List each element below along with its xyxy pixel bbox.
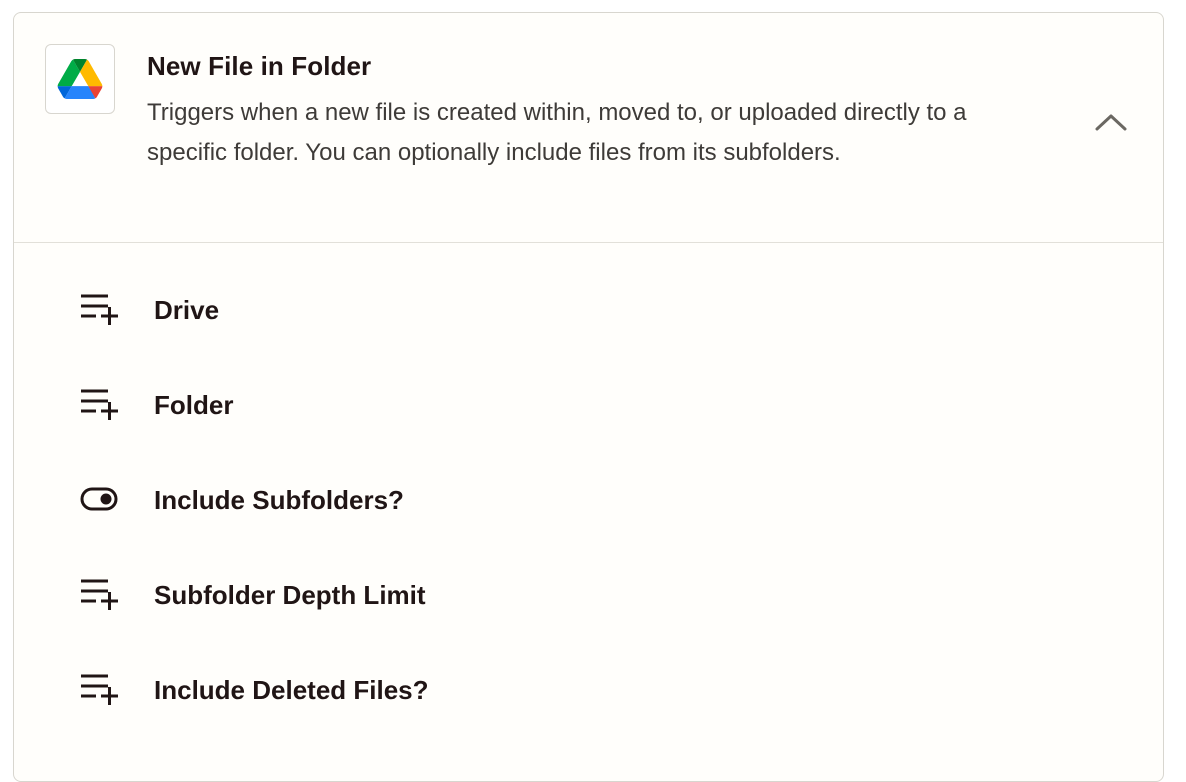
google-drive-icon — [57, 59, 103, 99]
trigger-description: Triggers when a new file is created with… — [147, 99, 967, 166]
trigger-card: New File in Folder Triggers when a new f… — [13, 12, 1164, 782]
dropdown-field-icon — [80, 575, 120, 615]
field-label: Subfolder Depth Limit — [154, 579, 426, 610]
dropdown-field-icon — [80, 385, 120, 425]
field-row-include-deleted-files[interactable]: Include Deleted Files? — [80, 670, 429, 710]
dropdown-field-icon — [80, 670, 120, 710]
dropdown-field-icon — [80, 290, 120, 330]
toggle-icon — [80, 480, 120, 520]
field-row-folder[interactable]: Folder — [80, 385, 233, 425]
field-label: Include Subfolders? — [154, 484, 404, 515]
trigger-title: New File in Folder — [147, 51, 372, 81]
field-label: Drive — [154, 294, 220, 325]
field-label: Folder — [154, 389, 234, 420]
trigger-header[interactable]: New File in Folder Triggers when a new f… — [14, 13, 1163, 243]
field-row-subfolder-depth-limit[interactable]: Subfolder Depth Limit — [80, 575, 426, 615]
field-row-include-subfolders[interactable]: Include Subfolders? — [80, 480, 404, 520]
chevron-up-icon — [1095, 114, 1127, 131]
collapse-button[interactable] — [1090, 107, 1132, 137]
field-row-drive[interactable]: Drive — [80, 290, 219, 330]
google-drive-logo — [45, 44, 115, 114]
field-label: Include Deleted Files? — [154, 674, 429, 705]
